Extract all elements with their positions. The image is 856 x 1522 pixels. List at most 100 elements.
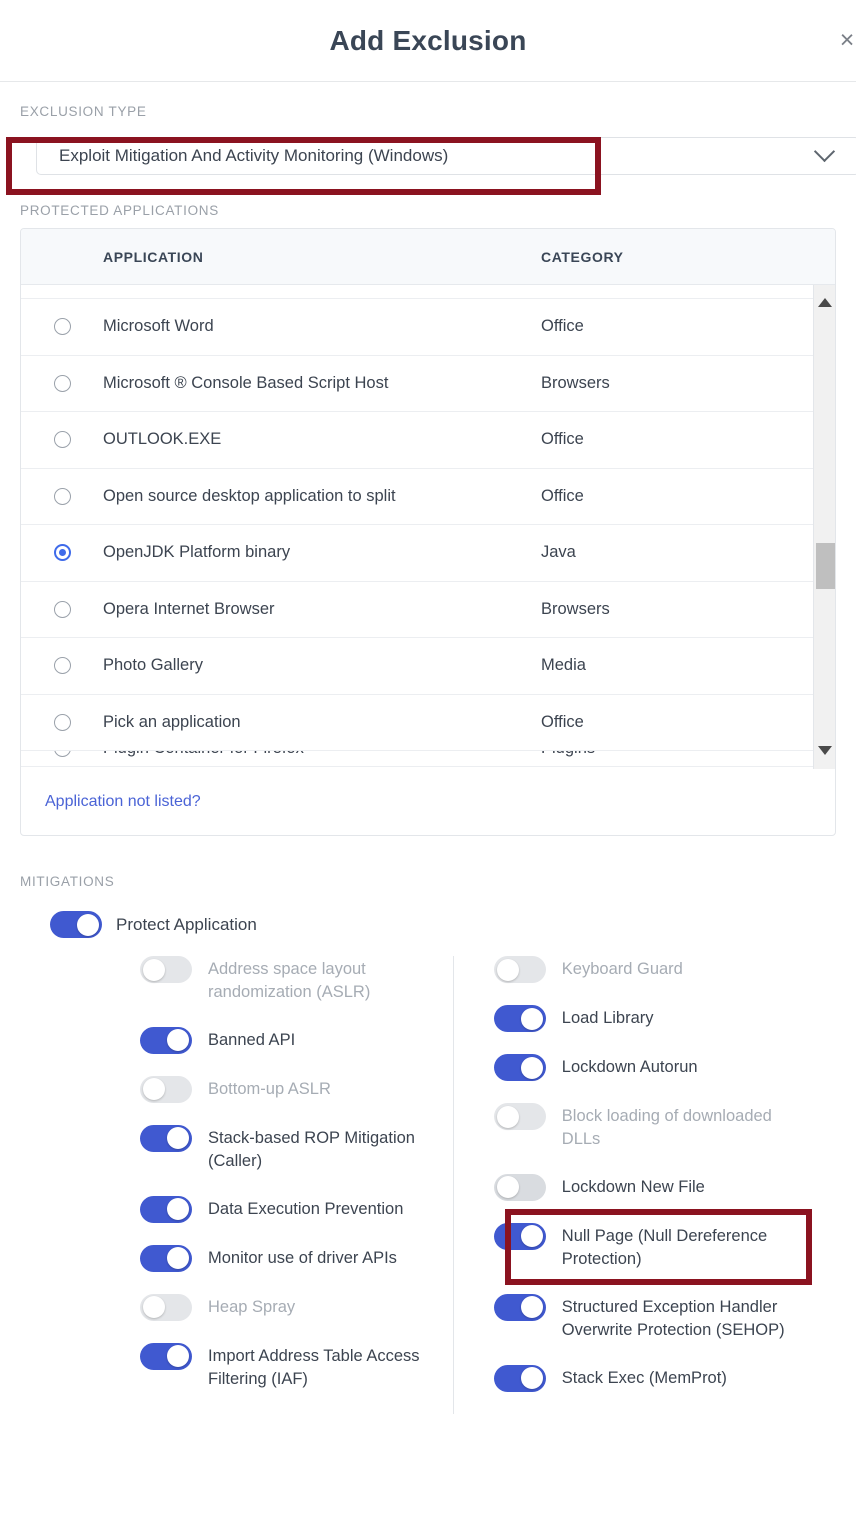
protected-applications-section: PROTECTED APPLICATIONS APPLICATION CATEG… xyxy=(0,203,856,836)
mitigation-label: Banned API xyxy=(208,1030,296,1049)
chevron-down-icon[interactable] xyxy=(816,143,834,161)
application-radio[interactable] xyxy=(53,431,71,449)
application-radio[interactable] xyxy=(53,544,71,562)
mitigation-toggle-right-2[interactable] xyxy=(493,1054,546,1081)
mitigation-item: Address space layout randomization (ASLR… xyxy=(140,956,428,1005)
exclusion-type-select[interactable]: Exploit Mitigation And Activity Monitori… xyxy=(36,137,856,175)
application-name: Pick an application xyxy=(103,712,241,731)
table-row[interactable]: Plugin Container for FirefoxPlugins xyxy=(21,751,835,767)
application-category: Media xyxy=(541,656,586,675)
application-radio-cell[interactable] xyxy=(21,318,103,336)
mitigation-item: Lockdown New File xyxy=(493,1173,856,1201)
exclusion-type-section: EXCLUSION TYPE Exploit Mitigation And Ac… xyxy=(0,82,856,181)
mitigation-toggle-left-3[interactable] xyxy=(140,1124,192,1152)
protected-applications-card: APPLICATION CATEGORY Microsoft Word Offic… xyxy=(20,228,836,836)
application-radio[interactable] xyxy=(53,713,71,731)
table-row[interactable]: Opera Internet Browser Browsers xyxy=(21,582,835,638)
mitigation-toggle-left-7[interactable] xyxy=(140,1342,192,1370)
mitigation-label: Import Address Table Access Filtering (I… xyxy=(208,1346,420,1389)
mitigation-item: Heap Spray xyxy=(140,1293,428,1321)
column-header-application: APPLICATION xyxy=(103,248,204,265)
mitigation-toggle-right-4[interactable] xyxy=(493,1173,546,1201)
application-radio[interactable] xyxy=(53,487,71,505)
mitigation-label: Bottom-up ASLR xyxy=(208,1079,331,1098)
exclusion-type-selected-value: Exploit Mitigation And Activity Monitori… xyxy=(59,146,449,165)
protect-application-toggle[interactable] xyxy=(50,911,102,938)
scroll-down-arrow-icon[interactable] xyxy=(814,739,835,761)
mitigation-item: Block loading of downloaded DLLs xyxy=(493,1103,856,1152)
mitigation-toggle-right-1[interactable] xyxy=(493,1005,546,1032)
mitigation-toggle-right-7[interactable] xyxy=(493,1364,546,1392)
application-radio[interactable] xyxy=(53,374,71,392)
application-radio-cell[interactable] xyxy=(21,657,103,675)
mitigation-label: Lockdown New File xyxy=(561,1177,705,1196)
table-row[interactable]: Open source desktop application to split… xyxy=(21,469,835,525)
application-name: Microsoft ® Console Based Script Host xyxy=(103,373,389,392)
application-radio-cell[interactable] xyxy=(21,713,103,731)
table-row[interactable]: Pick an application Office xyxy=(21,695,835,751)
application-radio-cell[interactable] xyxy=(21,487,103,505)
application-name: OUTLOOK.EXE xyxy=(103,430,222,449)
table-row[interactable]: Microsoft Word Office xyxy=(21,299,835,356)
application-name: Open source desktop application to split xyxy=(103,486,396,505)
mitigation-toggle-right-5[interactable] xyxy=(493,1222,546,1250)
scroll-up-arrow-icon[interactable] xyxy=(814,291,835,313)
mitigation-item: Monitor use of driver APIs xyxy=(140,1244,428,1272)
mitigation-label: Heap Spray xyxy=(208,1297,296,1316)
mitigation-toggle-left-0 xyxy=(140,956,192,983)
mitigation-toggle-right-0 xyxy=(493,956,546,983)
mitigation-item: Null Page (Null Dereference Protection) xyxy=(493,1222,856,1272)
application-radio-cell[interactable] xyxy=(21,374,103,392)
application-category: Office xyxy=(541,317,584,336)
mitigation-toggle-left-4[interactable] xyxy=(140,1195,192,1223)
application-category: Plugins xyxy=(541,751,835,758)
application-radio-cell[interactable] xyxy=(21,544,103,562)
application-radio[interactable] xyxy=(53,751,71,757)
table-row[interactable]: Microsoft ® Console Based Script Host Bro… xyxy=(21,356,835,412)
application-radio-cell[interactable] xyxy=(21,751,103,757)
mitigation-item: Data Execution Prevention xyxy=(140,1195,428,1223)
close-icon[interactable]: × xyxy=(834,27,856,53)
mitigation-item: Load Library xyxy=(493,1005,856,1032)
mitigation-label: Monitor use of driver APIs xyxy=(208,1248,397,1267)
mitigation-toggle-left-1[interactable] xyxy=(140,1026,192,1054)
mitigation-label: Keyboard Guard xyxy=(561,960,683,978)
mitigations-right-column: Keyboard Guard Load Library Lockdown Autor… xyxy=(452,956,856,1414)
mitigation-toggle-left-5[interactable] xyxy=(140,1244,192,1272)
mitigation-item: Stack Exec (MemProt) xyxy=(493,1364,856,1392)
table-row[interactable] xyxy=(21,285,835,299)
mitigation-item: Banned API xyxy=(140,1026,428,1054)
table-row[interactable]: OUTLOOK.EXE Office xyxy=(21,412,835,469)
application-radio[interactable] xyxy=(53,600,71,618)
page-title: Add Exclusion xyxy=(329,24,527,56)
mitigation-label: Stack-based ROP Mitigation (Caller) xyxy=(208,1128,415,1171)
mitigation-item: Structured Exception Handler Overwrite P… xyxy=(493,1293,856,1343)
table-row[interactable]: OpenJDK Platform binary Java xyxy=(21,525,835,582)
application-radio[interactable] xyxy=(53,657,71,675)
mitigation-label: Load Library xyxy=(561,1009,654,1027)
mitigation-label: Address space layout randomization (ASLR… xyxy=(208,960,371,1002)
mitigation-toggle-left-6 xyxy=(140,1293,192,1321)
protected-applications-label: PROTECTED APPLICATIONS xyxy=(20,203,219,218)
application-radio[interactable] xyxy=(53,318,71,336)
table-row[interactable]: Photo Gallery Media xyxy=(21,638,835,695)
application-radio-cell[interactable] xyxy=(21,600,103,618)
application-not-listed-link[interactable]: Application not listed? xyxy=(45,793,201,811)
application-list[interactable]: Microsoft Word Office Microsoft ® Console … xyxy=(21,285,835,769)
mitigations-label: MITIGATIONS xyxy=(20,874,115,889)
mitigation-toggle-left-2 xyxy=(140,1075,192,1103)
scrollbar-thumb[interactable] xyxy=(816,543,835,589)
mitigation-label: Block loading of downloaded DLLs xyxy=(561,1107,772,1149)
application-radio-cell[interactable] xyxy=(21,431,103,449)
application-category: Office xyxy=(541,712,584,731)
mitigations-section: MITIGATIONS Protect Application Address … xyxy=(0,874,856,1414)
mitigation-toggle-right-6[interactable] xyxy=(493,1293,546,1321)
mitigations-left-column: Address space layout randomization (ASLR… xyxy=(20,956,428,1414)
application-name: Photo Gallery xyxy=(103,656,203,675)
mitigation-item: Import Address Table Access Filtering (I… xyxy=(140,1342,428,1392)
application-list-scrollbar[interactable] xyxy=(813,285,835,769)
application-category: Office xyxy=(541,430,584,449)
mitigation-label: Null Page (Null Dereference Protection) xyxy=(561,1226,768,1269)
mitigation-label: Structured Exception Handler Overwrite P… xyxy=(561,1297,785,1340)
mitigation-item: Lockdown Autorun xyxy=(493,1054,856,1081)
